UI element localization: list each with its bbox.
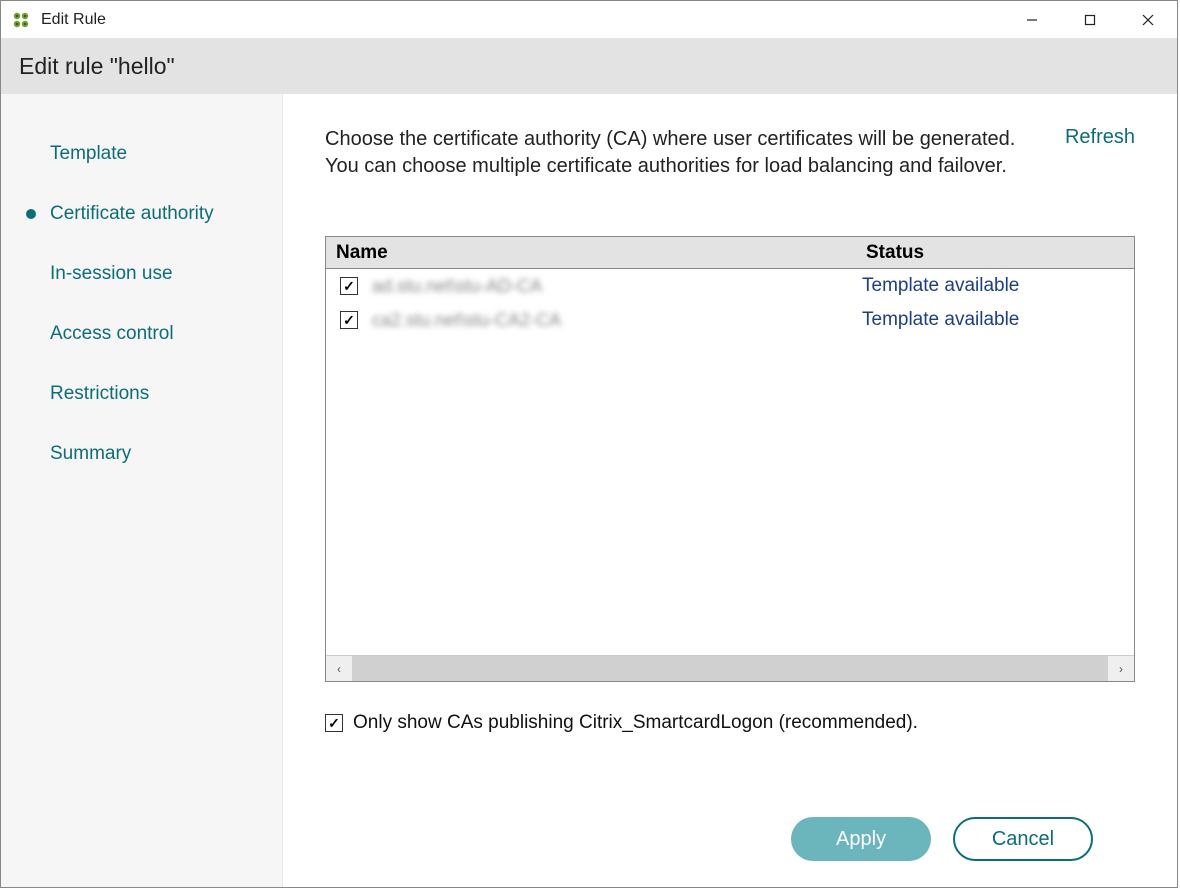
filter-row: ✓ Only show CAs publishing Citrix_Smartc… [325,712,1135,734]
description-text: Choose the certificate authority (CA) wh… [325,126,1035,180]
cancel-button[interactable]: Cancel [953,817,1093,861]
row-status: Template available [856,309,1134,331]
scroll-left-icon[interactable]: ‹ [326,656,352,681]
ca-table: Name Status ✓ ad.stu.net\stu-AD-CA Templ… [325,236,1135,682]
sidebar-item-summary[interactable]: Summary [1,424,282,484]
sidebar-item-label: Summary [50,443,131,465]
sidebar-item-label: Certificate authority [50,203,214,225]
maximize-button[interactable] [1061,1,1119,38]
horizontal-scrollbar[interactable]: ‹ › [326,655,1134,681]
column-header-name[interactable]: Name [326,242,856,264]
filter-checkbox[interactable]: ✓ [325,714,343,732]
dialog-title: Edit rule "hello" [19,53,1159,80]
sidebar-item-label: Template [50,143,127,165]
sidebar-item-label: In-session use [50,263,173,285]
row-checkbox-cell: ✓ [326,311,366,329]
content-panel: Choose the certificate authority (CA) wh… [283,94,1177,887]
row-name: ad.stu.net\stu-AD-CA [366,276,856,297]
table-header: Name Status [326,237,1134,269]
sidebar-item-template[interactable]: Template [1,124,282,184]
row-checkbox[interactable]: ✓ [340,311,358,329]
dialog-header: Edit rule "hello" [1,39,1177,94]
sidebar-item-restrictions[interactable]: Restrictions [1,364,282,424]
sidebar-item-in-session-use[interactable]: In-session use [1,244,282,304]
nav-bullet-icon [26,209,36,219]
row-name: ca2.stu.net\stu-CA2-CA [366,310,856,331]
sidebar-item-certificate-authority[interactable]: Certificate authority [1,184,282,244]
refresh-link[interactable]: Refresh [1065,126,1135,149]
row-checkbox[interactable]: ✓ [340,277,358,295]
row-checkbox-cell: ✓ [326,277,366,295]
description-row: Choose the certificate authority (CA) wh… [325,126,1135,180]
column-header-status[interactable]: Status [856,242,1134,264]
titlebar: Edit Rule [1,1,1177,39]
close-button[interactable] [1119,1,1177,38]
table-row[interactable]: ✓ ad.stu.net\stu-AD-CA Template availabl… [326,269,1134,303]
sidebar-item-label: Access control [50,323,174,345]
minimize-button[interactable] [1003,1,1061,38]
sidebar-item-access-control[interactable]: Access control [1,304,282,364]
row-status: Template available [856,275,1134,297]
sidebar-item-label: Restrictions [50,383,149,405]
table-row[interactable]: ✓ ca2.stu.net\stu-CA2-CA Template availa… [326,303,1134,337]
apply-button[interactable]: Apply [791,817,931,861]
dialog-body: Template Certificate authority In-sessio… [1,94,1177,887]
filter-label: Only show CAs publishing Citrix_Smartcar… [353,712,918,734]
window-controls [1003,1,1177,38]
window-title: Edit Rule [41,11,1003,29]
sidebar: Template Certificate authority In-sessio… [1,94,283,887]
scroll-right-icon[interactable]: › [1108,656,1134,681]
table-body: ✓ ad.stu.net\stu-AD-CA Template availabl… [326,269,1134,655]
scroll-track[interactable] [352,656,1108,681]
dialog-footer: Apply Cancel [325,793,1135,887]
dialog-window: Edit Rule Edit rule "hello" Template Cer… [0,0,1178,888]
app-icon [11,10,31,30]
